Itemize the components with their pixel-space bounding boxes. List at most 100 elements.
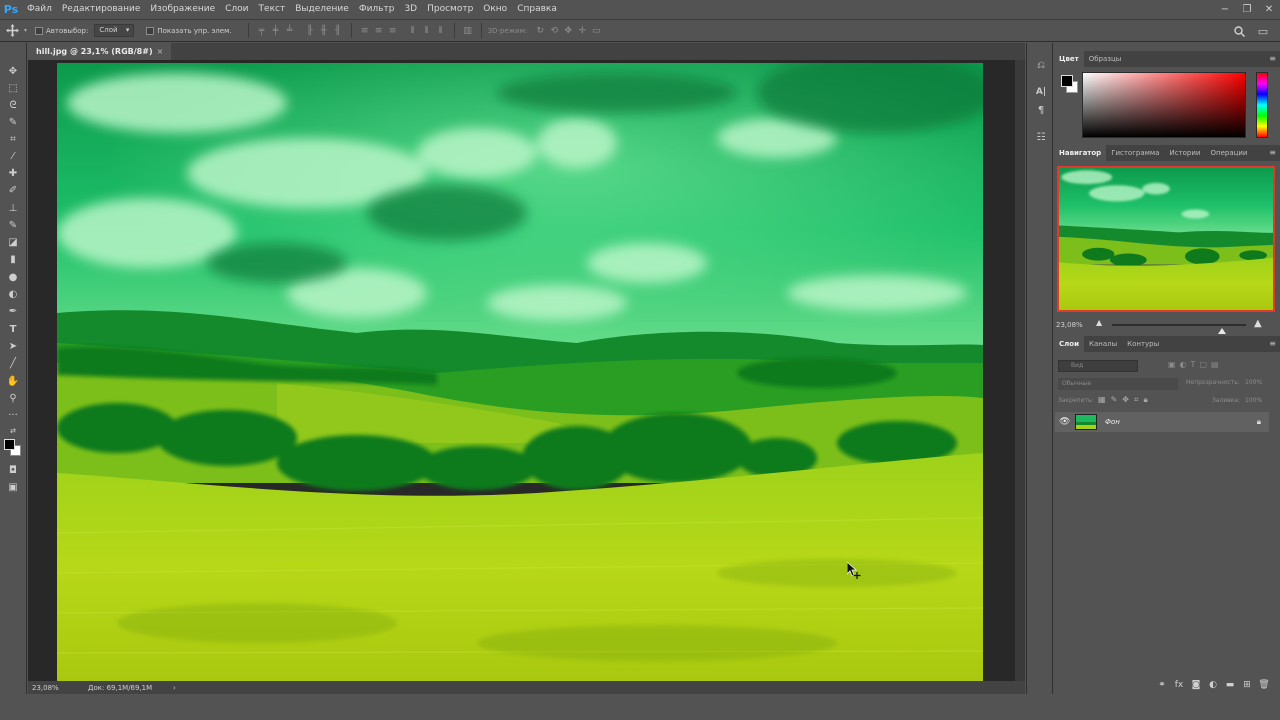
tab-channels[interactable]: Каналы xyxy=(1084,336,1122,352)
status-menu-arrow[interactable]: › xyxy=(173,684,176,692)
autoselect-checkbox[interactable] xyxy=(35,26,44,35)
zoom-out-icon[interactable]: ▲ xyxy=(1096,318,1102,327)
distribute-top-icon[interactable]: ≡ xyxy=(358,24,372,38)
menu-filter[interactable]: Фильтр xyxy=(354,0,400,19)
document-tab[interactable]: hill.jpg @ 23,1% (RGB/8#) × xyxy=(28,43,172,60)
distribute-vcenter-icon[interactable]: ≡ xyxy=(372,24,386,38)
menu-image[interactable]: Изображение xyxy=(145,0,220,19)
filter-shape-icon[interactable]: ▢ xyxy=(1199,360,1207,369)
panel-menu-icon[interactable]: ≡ xyxy=(1269,54,1276,63)
gradient-tool-icon[interactable]: ▮ xyxy=(5,251,21,267)
align-bottom-icon[interactable]: ╧ xyxy=(283,24,297,38)
menu-help[interactable]: Справка xyxy=(512,0,562,19)
preset-dropdown-icon[interactable]: ▾ xyxy=(24,27,27,34)
filter-pixel-icon[interactable]: ▣ xyxy=(1168,360,1176,369)
add-mask-icon[interactable]: ◙ xyxy=(1190,680,1202,690)
distribute-right-icon[interactable]: ⫴ xyxy=(434,24,448,38)
crop-tool-icon[interactable]: ⌗ xyxy=(5,131,21,147)
pen-tool-icon[interactable]: ✒ xyxy=(5,303,21,319)
auto-align-icon[interactable]: ▥ xyxy=(461,24,475,38)
eyedropper-tool-icon[interactable]: ⁄ xyxy=(5,148,21,164)
more-tools-icon[interactable]: ··· xyxy=(5,407,21,423)
dodge-tool-icon[interactable]: ◐ xyxy=(5,286,21,302)
zoom-tool-icon[interactable]: ⚲ xyxy=(5,390,21,406)
distribute-left-icon[interactable]: ⫴ xyxy=(406,24,420,38)
hue-slider[interactable] xyxy=(1256,72,1268,138)
vertical-scrollbar[interactable] xyxy=(1015,60,1025,681)
close-tab-icon[interactable]: × xyxy=(157,43,164,60)
layer-filter-input[interactable]: Вид xyxy=(1058,360,1138,372)
menu-layers[interactable]: Слои xyxy=(220,0,253,19)
path-select-tool-icon[interactable]: ➤ xyxy=(5,338,21,354)
fill-value[interactable]: 100% xyxy=(1245,397,1262,404)
move-tool-icon[interactable]: ✥ xyxy=(5,63,21,79)
align-vcenter-icon[interactable]: ╪ xyxy=(269,24,283,38)
lock-transparency-icon[interactable]: ▦ xyxy=(1098,395,1106,405)
blur-tool-icon[interactable]: ● xyxy=(5,269,21,285)
lock-artboard-icon[interactable]: ⌗ xyxy=(1134,395,1139,405)
show-transform-checkbox[interactable] xyxy=(146,26,155,35)
layer-row[interactable]: 👁︎ Фон 🔒︎ xyxy=(1055,412,1269,432)
tab-actions[interactable]: Операции xyxy=(1205,145,1252,161)
character-panel-icon[interactable]: A| xyxy=(1033,84,1049,100)
adjustment-layer-icon[interactable]: ◐ xyxy=(1207,680,1219,690)
eraser-tool-icon[interactable]: ◪ xyxy=(5,234,21,250)
type-tool-icon[interactable]: T xyxy=(5,321,21,337)
paragraph-panel-icon[interactable]: ¶ xyxy=(1033,102,1049,118)
filter-adjustment-icon[interactable]: ◐ xyxy=(1180,360,1187,369)
foreground-color-swatch[interactable] xyxy=(4,439,15,450)
screen-mode-icon[interactable]: ▣ xyxy=(5,479,21,495)
menu-view[interactable]: Просмотр xyxy=(422,0,478,19)
panel-foreground-swatch[interactable] xyxy=(1061,75,1073,87)
tab-paths[interactable]: Контуры xyxy=(1122,336,1164,352)
align-right-icon[interactable]: ╢ xyxy=(331,24,345,38)
align-hcenter-icon[interactable]: ╫ xyxy=(317,24,331,38)
color-field[interactable] xyxy=(1082,72,1246,138)
panel-menu-icon[interactable]: ≡ xyxy=(1269,339,1276,348)
blend-mode-select[interactable]: Обычные xyxy=(1058,378,1178,390)
brush-tool-icon[interactable]: ✐ xyxy=(5,182,21,198)
minimize-button[interactable]: − xyxy=(1214,0,1236,19)
align-top-icon[interactable]: ╤ xyxy=(255,24,269,38)
delete-layer-icon[interactable]: 🗑︎ xyxy=(1258,680,1270,690)
roll-3d-icon[interactable]: ⟲ xyxy=(547,24,561,38)
layer-name[interactable]: Фон xyxy=(1105,412,1120,432)
tab-navigator[interactable]: Навигатор xyxy=(1054,145,1107,161)
status-zoom[interactable]: 23,08% xyxy=(28,684,88,692)
lock-position-icon[interactable]: ✥ xyxy=(1122,395,1129,405)
properties-panel-icon[interactable]: ☷ xyxy=(1033,129,1049,145)
menu-3d[interactable]: 3D xyxy=(399,0,422,19)
link-layers-icon[interactable]: ⚭ xyxy=(1156,680,1168,690)
move-tool-preset-icon[interactable] xyxy=(0,24,24,37)
marquee-tool-icon[interactable]: ⬚ xyxy=(5,80,21,96)
restore-button[interactable]: ❐ xyxy=(1236,0,1258,19)
layer-style-icon[interactable]: fx xyxy=(1173,680,1185,690)
menu-file[interactable]: Файл xyxy=(22,0,57,19)
search-icon[interactable] xyxy=(1232,24,1246,38)
hand-tool-icon[interactable]: ✋ xyxy=(5,373,21,389)
zoom-slider-knob[interactable] xyxy=(1218,328,1226,334)
menu-window[interactable]: Окно xyxy=(478,0,512,19)
workspace-icon[interactable]: ▭ xyxy=(1256,24,1270,38)
history-brush-tool-icon[interactable]: ✎ xyxy=(5,217,21,233)
scale-3d-icon[interactable]: ▭ xyxy=(589,24,603,38)
distribute-hcenter-icon[interactable]: ⫴ xyxy=(420,24,434,38)
pan-3d-icon[interactable]: ✥ xyxy=(561,24,575,38)
lock-pixels-icon[interactable]: ✎ xyxy=(1111,395,1118,405)
swap-colors-icon[interactable]: ⇄ xyxy=(5,423,21,439)
tab-layers[interactable]: Слои xyxy=(1054,336,1084,352)
close-button[interactable]: ✕ xyxy=(1258,0,1280,19)
panel-menu-icon[interactable]: ≡ xyxy=(1269,148,1276,157)
menu-type[interactable]: Текст xyxy=(254,0,291,19)
lock-all-icon[interactable]: 🔒︎ xyxy=(1143,395,1147,405)
clone-stamp-tool-icon[interactable]: ⊥ xyxy=(5,200,21,216)
tab-history[interactable]: Истории xyxy=(1164,145,1205,161)
align-left-icon[interactable]: ╟ xyxy=(303,24,317,38)
new-layer-icon[interactable]: ⊞ xyxy=(1241,680,1253,690)
tab-swatches[interactable]: Образцы xyxy=(1084,51,1127,67)
tab-histogram[interactable]: Гистограмма xyxy=(1106,145,1164,161)
tab-color[interactable]: Цвет xyxy=(1054,51,1084,67)
zoom-slider[interactable] xyxy=(1112,324,1246,334)
document-image[interactable] xyxy=(57,63,983,681)
menu-edit[interactable]: Редактирование xyxy=(57,0,146,19)
